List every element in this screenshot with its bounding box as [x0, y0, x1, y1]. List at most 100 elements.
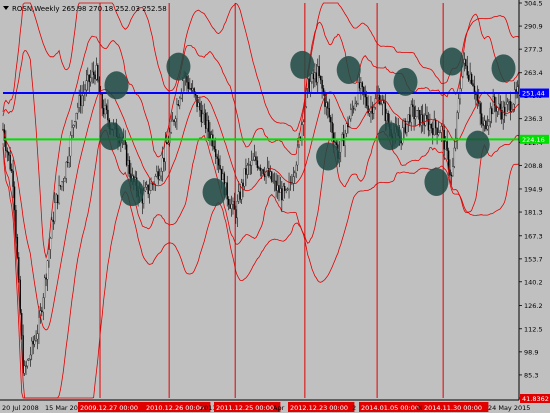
candle-body [353, 108, 355, 110]
candle-body [18, 257, 20, 281]
candle-body [31, 340, 33, 356]
candle-body [360, 82, 362, 89]
candle-body [23, 365, 26, 374]
candle-body [190, 87, 192, 91]
y-tick-label: 277.3 [524, 46, 543, 54]
x-tick-label: 2010.12.26 00:00 [146, 404, 204, 412]
candle-body [26, 360, 29, 367]
candle-body [286, 188, 289, 190]
candle-body [302, 121, 305, 125]
candle-body [367, 105, 369, 114]
y-tick-label: 112.5 [524, 325, 543, 333]
candle-body [278, 185, 280, 193]
candle-body [449, 169, 451, 176]
candle-body [345, 123, 348, 134]
y-tick-label: 126.2 [524, 302, 543, 310]
candle-body [446, 141, 448, 151]
highlight-zone [378, 122, 402, 151]
candle-body [255, 156, 257, 161]
candle-body [128, 160, 131, 174]
candle-body [97, 65, 99, 81]
candle-body [261, 169, 263, 171]
candle-body [506, 101, 509, 105]
candle-body [147, 184, 149, 195]
candle-body [432, 128, 434, 135]
candle-body [282, 186, 284, 201]
time-axis: 20 Jul 2008 15 Mar 20 2009.12.27 00:00 2010… [0, 399, 530, 413]
candle-body [105, 105, 108, 111]
candle-body [285, 189, 287, 191]
candle-body [161, 157, 164, 172]
candle-body [328, 108, 330, 118]
candle-body [340, 139, 342, 153]
candle-body [409, 114, 411, 123]
candle-body [469, 73, 471, 81]
candle-body [25, 365, 27, 367]
candle-body [200, 110, 203, 123]
candle-body [166, 142, 168, 145]
candle-body [20, 313, 23, 336]
candle-body [42, 297, 44, 313]
candle-body [16, 237, 19, 258]
candle-body [71, 127, 73, 136]
candle-body [68, 155, 70, 163]
candle-body [407, 114, 410, 122]
candle-body [456, 112, 458, 139]
candle-body [245, 168, 247, 175]
candle-body [252, 159, 254, 161]
candle-body [312, 73, 315, 80]
candle-body [81, 95, 83, 106]
candle-body [5, 140, 7, 151]
candle-body [160, 171, 162, 177]
candle-body [144, 187, 146, 192]
candle-body [29, 354, 32, 360]
candle-body [331, 121, 333, 133]
candle-body [193, 88, 195, 93]
x-tick-label: 2014.01.05 00:00 [361, 404, 419, 412]
candle-body [94, 74, 96, 80]
candle-body [253, 156, 256, 161]
candle-body [315, 72, 318, 83]
x-tick-label: 2 [352, 404, 356, 412]
candle-body [174, 118, 177, 123]
candle-body [232, 200, 234, 205]
candle-body [56, 194, 59, 204]
candle-body [156, 171, 158, 177]
candle-body [256, 160, 259, 168]
candle-body [72, 125, 75, 128]
candle-body [197, 102, 200, 107]
candle-body [186, 75, 188, 83]
candle-body [146, 184, 148, 188]
candle-body [434, 119, 437, 129]
candle-body [164, 142, 167, 162]
candle-body [246, 165, 249, 175]
candle-body [420, 114, 422, 126]
highlight-zone [465, 130, 490, 159]
dropdown-icon[interactable] [3, 6, 9, 10]
candle-body [55, 194, 57, 203]
y-tick-label: 85.3 [524, 371, 538, 379]
candle-body [301, 124, 303, 139]
candle-body [220, 168, 223, 181]
price-axis: 304.5290.9277.3263.4249.9236.3222.4208.8… [518, 0, 550, 413]
candle-body [6, 150, 9, 153]
candle-body [271, 171, 273, 182]
candles [2, 52, 520, 377]
candle-body [150, 183, 152, 191]
candle-body [508, 101, 510, 103]
y-tick-label: 290.9 [524, 23, 543, 31]
candle-body [85, 80, 88, 91]
candle-body [410, 104, 412, 123]
candle-body [64, 178, 66, 182]
candle-body [332, 132, 335, 143]
candle-body [49, 238, 52, 250]
candle-body [170, 121, 172, 133]
candle-body [229, 204, 231, 209]
candle-body [259, 167, 261, 171]
candle-body [292, 176, 295, 184]
candle-body [199, 102, 201, 111]
candle-body [158, 175, 161, 180]
candle-body [486, 125, 489, 130]
candle-body [13, 186, 16, 211]
candle-body [460, 76, 463, 89]
